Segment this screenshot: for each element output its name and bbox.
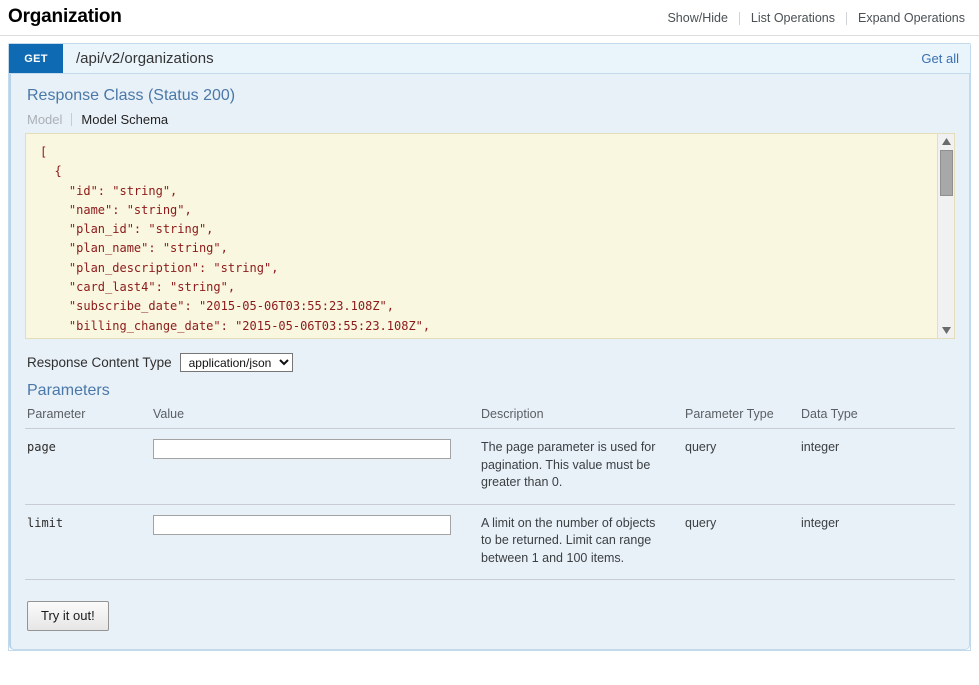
scroll-down-arrow-icon[interactable] [938,323,954,338]
expand-operations-link[interactable]: Expand Operations [847,11,971,25]
endpoint-header[interactable]: GET /api/v2/organizations Get all [9,44,970,74]
response-class-title: Response Class (Status 200) [27,87,236,104]
scroll-up-arrow-icon[interactable] [938,134,954,149]
endpoint-path[interactable]: /api/v2/organizations [63,44,921,73]
schema-scrollbar[interactable] [937,134,954,338]
parameters-table: Parameter Value Description Parameter Ty… [25,403,955,580]
endpoint-summary: Get all [921,44,970,73]
page-input[interactable] [153,439,451,459]
data-type-limit: integer [799,504,955,580]
column-header-value: Value [151,403,479,429]
response-content-type-row: Response Content Type application/json [27,353,955,372]
parameters-title: Parameters [27,382,110,399]
try-it-out-button[interactable]: Try it out! [27,601,109,631]
list-operations-link[interactable]: List Operations [740,11,846,25]
tab-model[interactable]: Model [27,112,71,127]
submit-row: Try it out! [27,601,955,631]
resource-header: Organization Show/Hide List Operations E… [0,0,979,36]
endpoint-operation: GET /api/v2/organizations Get all Respon… [8,43,971,651]
parameters-table-header-row: Parameter Value Description Parameter Ty… [25,403,955,429]
scrollbar-thumb[interactable] [939,150,953,196]
column-header-description: Description [479,403,683,429]
parameter-description-page: The page parameter is used for paginatio… [481,440,656,489]
resource-options: Show/Hide List Operations Expand Operati… [656,11,971,25]
column-header-parameter: Parameter [25,403,151,429]
endpoint-path-label: /api/v2/organizations [76,50,214,67]
table-row: page The page parameter is used for pagi… [25,428,955,505]
http-method-badge: GET [9,44,63,73]
parameter-type-limit: query [683,504,799,580]
column-header-data-type: Data Type [799,403,955,429]
data-type-page: integer [799,428,955,505]
model-schema-box: [ { "id": "string", "name": "string", "p… [25,133,955,339]
parameter-name-limit: limit [27,515,64,530]
parameter-description-limit: A limit on the number of objects to be r… [481,515,656,565]
endpoint-summary-link[interactable]: Get all [921,51,959,66]
parameter-name-page: page [27,440,56,454]
model-tabs: Model Model Schema [27,112,955,127]
endpoint-content: Response Class (Status 200) Model Model … [9,74,970,650]
column-header-parameter-type: Parameter Type [683,403,799,429]
tab-model-schema[interactable]: Model Schema [81,112,177,127]
response-content-type-select[interactable]: application/json [179,353,293,372]
table-row: limit A limit on the number of objects t… [25,504,955,580]
tab-divider [71,113,73,126]
limit-input[interactable] [153,514,451,535]
model-schema-code[interactable]: [ { "id": "string", "name": "string", "p… [26,134,954,338]
show-hide-link[interactable]: Show/Hide [656,11,738,25]
response-content-type-label: Response Content Type [27,355,172,370]
page-title: Organization [8,6,122,27]
parameter-type-page: query [683,428,799,505]
